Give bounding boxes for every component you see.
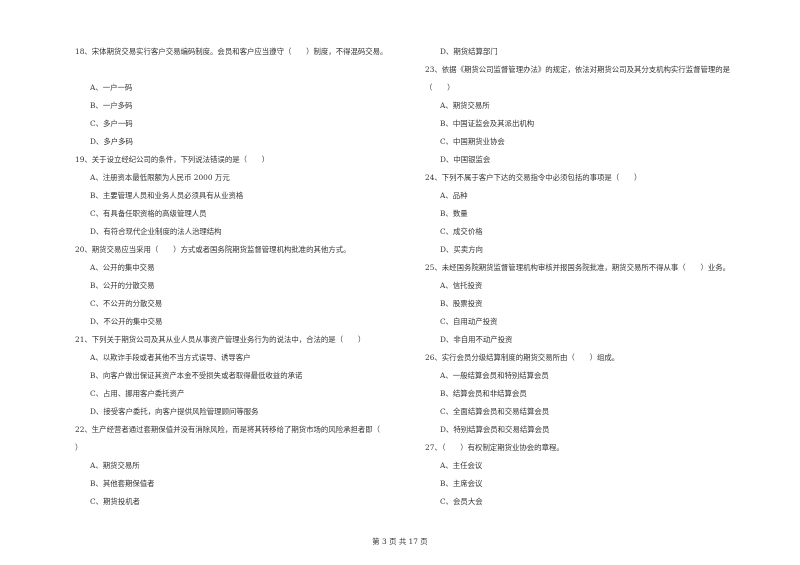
answer-option: A、主任会议 — [440, 461, 483, 470]
answer-option: A、信托投资 — [440, 281, 483, 290]
answer-option: D、期货结算部门 — [440, 47, 498, 56]
answer-option: B、数量 — [440, 209, 468, 218]
left-column: 18、宋体期货交易实行客户交易编码制度。会员和客户应当遵守（ ）制度，不得混码交… — [75, 46, 415, 514]
answer-option: D、有符合现代企业制度的法人治理结构 — [90, 227, 222, 236]
answer-option: C、有具备任职资格的高级管理人员 — [90, 209, 207, 218]
answer-option: C、中国期货业协会 — [440, 137, 505, 146]
answer-option: C、占用、挪用客户委托资产 — [90, 389, 185, 398]
question-text: 20、期货交易应当采用（ ）方式或者国务院期货监督管理机构批准的其他方式。 — [75, 245, 351, 254]
question-text: 18、宋体期货交易实行客户交易编码制度。会员和客户应当遵守（ ）制度，不得混码交… — [75, 47, 388, 56]
question-text: 25、未经国务院期货监督管理机构审核并报国务院批准，期货交易所不得从事（ ）业务… — [425, 263, 731, 272]
answer-option: B、结算会员和非结算会员 — [440, 389, 527, 398]
answer-option: B、主要管理人员和业务人员必须具有从业资格 — [90, 191, 244, 200]
answer-option: C、全面结算会员和交易结算会员 — [440, 407, 550, 416]
question-text: 27、（ ）有权制定期货业协会的章程。 — [425, 443, 564, 452]
answer-option: C、成交价格 — [440, 227, 483, 236]
answer-option: D、多户多码 — [90, 137, 133, 146]
answer-option: B、中国证监会及其派出机构 — [440, 119, 535, 128]
answer-option: A、公开的集中交易 — [90, 263, 155, 272]
question-text: 26、实行会员分级结算制度的期货交易所由（ ）组成。 — [425, 353, 620, 362]
answer-option: C、期货投机者 — [90, 497, 140, 506]
answer-option: D、不公开的集中交易 — [90, 317, 163, 326]
answer-option: D、买卖方向 — [440, 245, 483, 254]
answer-option: A、注册资本最低限额为人民币 2000 万元 — [90, 173, 230, 182]
answer-option: C、自用动产投资 — [440, 317, 498, 326]
question-text: 24、下列不属于客户下达的交易指令中必须包括的事项是（ ） — [425, 173, 642, 182]
answer-option: A、期货交易所 — [440, 101, 490, 110]
answer-option: D、中国银监会 — [440, 155, 491, 164]
page-footer: 第 3 页 共 17 页 — [372, 537, 428, 546]
answer-option: C、多户一码 — [90, 119, 133, 128]
answer-option: A、以欺诈手段或者其他不当方式误导、诱导客户 — [90, 353, 251, 362]
answer-option: A、期货交易所 — [90, 461, 140, 470]
answer-option: D、接受客户委托，向客户提供风险管理顾问等服务 — [90, 407, 259, 416]
question-text: 22、生产经营者通过套期保值并没有消除风险，而是将其转移给了期货市场的风险承担者… — [75, 425, 381, 434]
answer-option: B、公开的分散交易 — [90, 281, 155, 290]
right-column: D、期货结算部门 23、依据《期货公司监督管理办法》的规定，依法对期货公司及其分支… — [425, 46, 775, 514]
answer-option: A、品种 — [440, 191, 468, 200]
answer-option: D、非自用不动产投资 — [440, 335, 513, 344]
answer-option: B、其他套期保值者 — [90, 479, 155, 488]
question-continuation: （ ） — [425, 83, 455, 92]
question-text: 19、关于设立经纪公司的条件，下列说法错误的是（ ） — [75, 155, 270, 164]
answer-option: B、主席会议 — [440, 479, 483, 488]
answer-option: A、一户一码 — [90, 83, 133, 92]
answer-option: A、一般结算会员和特别结算会员 — [440, 371, 549, 380]
answer-option: D、特别结算会员和交易结算会员 — [440, 425, 550, 434]
answer-option: B、股票投资 — [440, 299, 483, 308]
answer-option: C、会员大会 — [440, 497, 483, 506]
answer-option: B、一户多码 — [90, 101, 133, 110]
question-continuation: ） — [75, 443, 83, 452]
question-text: 23、依据《期货公司监督管理办法》的规定，依法对期货公司及其分支机构实行监督管理… — [425, 65, 731, 74]
answer-option: B、向客户做出保证其资产本金不受损失或者取得最低收益的承诺 — [90, 371, 303, 380]
answer-option: C、不公开的分散交易 — [90, 299, 163, 308]
question-text: 21、下列关于期货公司及其从业人员从事资产管理业务行为的说法中，合法的是（ ） — [75, 335, 366, 344]
